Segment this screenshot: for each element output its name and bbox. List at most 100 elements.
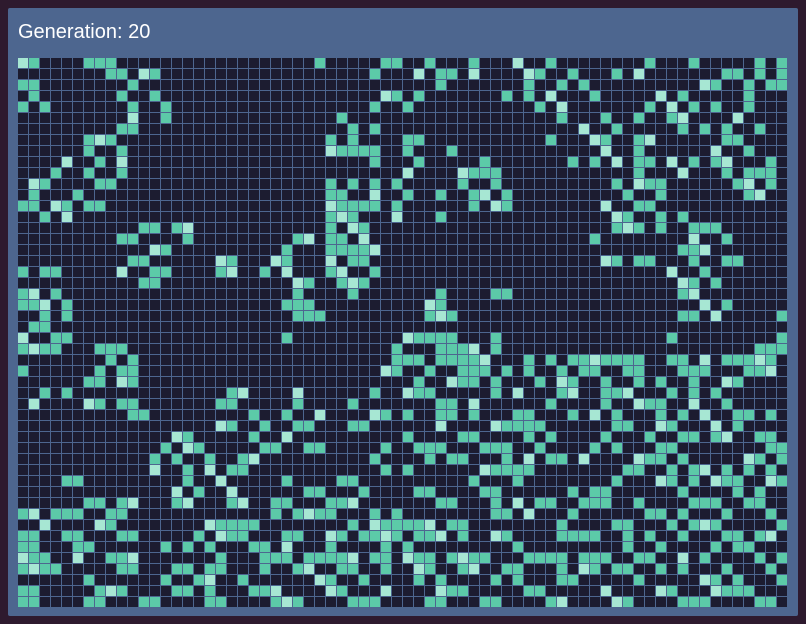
dead-cell[interactable] [546,333,556,343]
dead-cell[interactable] [128,212,138,222]
dead-cell[interactable] [612,245,622,255]
dead-cell[interactable] [260,509,270,519]
dead-cell[interactable] [612,465,622,475]
dead-cell[interactable] [436,388,446,398]
alive-cell[interactable] [150,454,160,464]
dead-cell[interactable] [667,366,677,376]
dead-cell[interactable] [546,190,556,200]
dead-cell[interactable] [711,333,721,343]
alive-cell[interactable] [645,179,655,189]
dead-cell[interactable] [414,421,424,431]
dead-cell[interactable] [337,124,347,134]
dead-cell[interactable] [95,476,105,486]
dead-cell[interactable] [535,564,545,574]
alive-cell[interactable] [447,454,457,464]
dead-cell[interactable] [18,124,28,134]
alive-cell[interactable] [337,267,347,277]
alive-cell[interactable] [29,586,39,596]
alive-cell[interactable] [733,410,743,420]
dead-cell[interactable] [513,124,523,134]
dead-cell[interactable] [469,542,479,552]
dead-cell[interactable] [227,245,237,255]
dead-cell[interactable] [513,179,523,189]
dead-cell[interactable] [106,465,116,475]
dead-cell[interactable] [29,443,39,453]
dead-cell[interactable] [84,344,94,354]
dead-cell[interactable] [150,410,160,420]
dead-cell[interactable] [315,322,325,332]
dead-cell[interactable] [568,201,578,211]
alive-cell[interactable] [216,531,226,541]
dead-cell[interactable] [227,553,237,563]
alive-cell[interactable] [601,432,611,442]
dead-cell[interactable] [249,465,259,475]
dead-cell[interactable] [249,597,259,607]
alive-cell[interactable] [777,311,787,321]
alive-cell[interactable] [128,553,138,563]
dead-cell[interactable] [645,333,655,343]
dead-cell[interactable] [480,135,490,145]
dead-cell[interactable] [150,531,160,541]
dead-cell[interactable] [678,256,688,266]
dead-cell[interactable] [392,311,402,321]
dead-cell[interactable] [612,333,622,343]
dead-cell[interactable] [755,586,765,596]
dead-cell[interactable] [425,190,435,200]
dead-cell[interactable] [359,432,369,442]
dead-cell[interactable] [293,487,303,497]
dead-cell[interactable] [744,245,754,255]
dead-cell[interactable] [722,388,732,398]
dead-cell[interactable] [480,564,490,574]
dead-cell[interactable] [744,289,754,299]
alive-cell[interactable] [601,256,611,266]
dead-cell[interactable] [128,432,138,442]
dead-cell[interactable] [491,124,501,134]
dead-cell[interactable] [458,201,468,211]
dead-cell[interactable] [634,289,644,299]
dead-cell[interactable] [447,212,457,222]
alive-cell[interactable] [447,410,457,420]
dead-cell[interactable] [18,322,28,332]
dead-cell[interactable] [678,223,688,233]
dead-cell[interactable] [128,388,138,398]
dead-cell[interactable] [161,212,171,222]
alive-cell[interactable] [634,113,644,123]
dead-cell[interactable] [711,300,721,310]
dead-cell[interactable] [260,377,270,387]
dead-cell[interactable] [304,531,314,541]
dead-cell[interactable] [579,289,589,299]
alive-cell[interactable] [689,399,699,409]
alive-cell[interactable] [667,267,677,277]
dead-cell[interactable] [557,344,567,354]
dead-cell[interactable] [403,311,413,321]
dead-cell[interactable] [601,245,611,255]
dead-cell[interactable] [326,322,336,332]
dead-cell[interactable] [271,366,281,376]
dead-cell[interactable] [161,124,171,134]
alive-cell[interactable] [249,586,259,596]
dead-cell[interactable] [326,311,336,321]
dead-cell[interactable] [601,366,611,376]
alive-cell[interactable] [392,212,402,222]
dead-cell[interactable] [205,245,215,255]
dead-cell[interactable] [458,80,468,90]
dead-cell[interactable] [590,597,600,607]
alive-cell[interactable] [667,102,677,112]
dead-cell[interactable] [546,322,556,332]
dead-cell[interactable] [700,344,710,354]
dead-cell[interactable] [238,421,248,431]
dead-cell[interactable] [73,168,83,178]
dead-cell[interactable] [458,333,468,343]
dead-cell[interactable] [95,553,105,563]
dead-cell[interactable] [480,212,490,222]
dead-cell[interactable] [590,124,600,134]
dead-cell[interactable] [51,443,61,453]
dead-cell[interactable] [161,190,171,200]
dead-cell[interactable] [392,234,402,244]
alive-cell[interactable] [370,410,380,420]
dead-cell[interactable] [755,377,765,387]
alive-cell[interactable] [634,454,644,464]
alive-cell[interactable] [238,498,248,508]
dead-cell[interactable] [744,597,754,607]
dead-cell[interactable] [139,432,149,442]
